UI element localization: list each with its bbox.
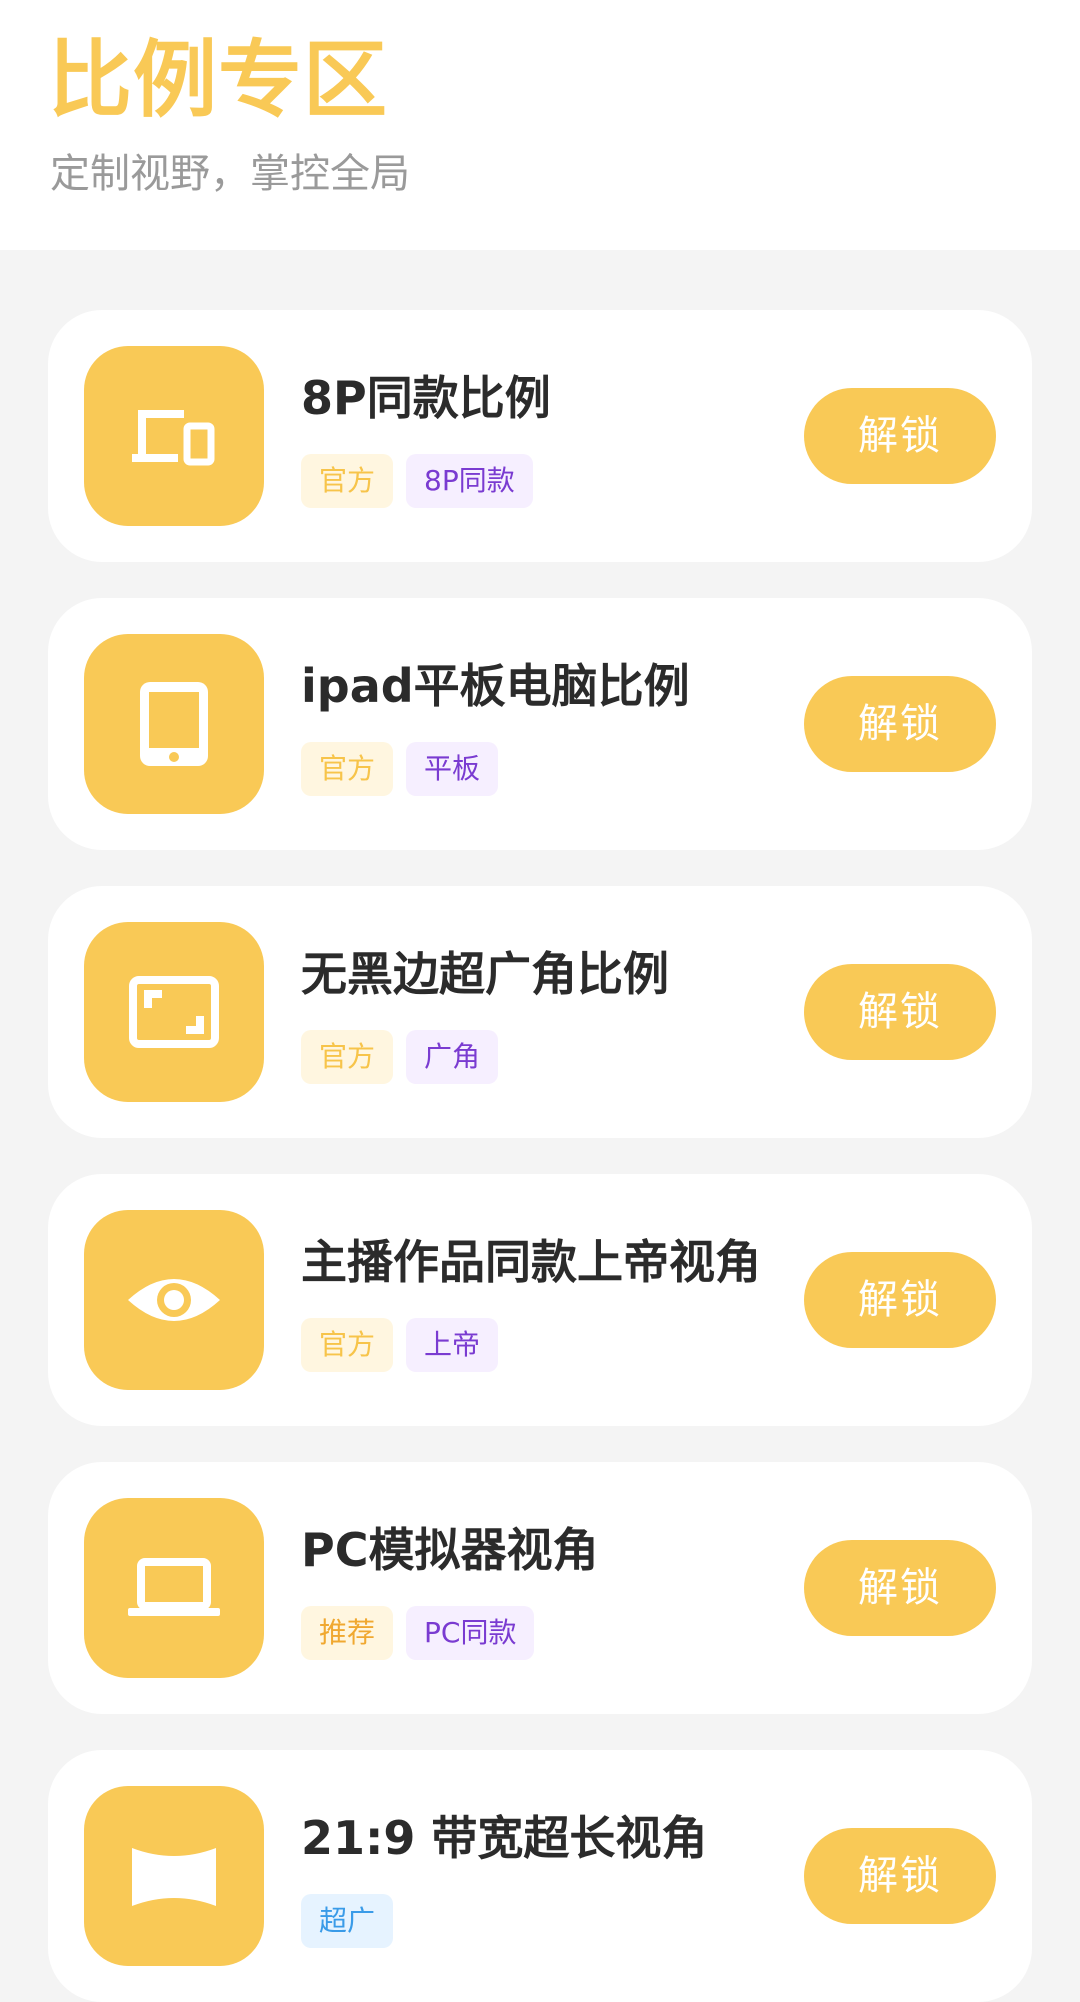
item-title: ipad平板电脑比例 xyxy=(301,659,690,713)
unlock-button[interactable]: 解锁 xyxy=(804,1828,996,1924)
tag-badge: 官方 xyxy=(301,454,394,508)
list-item[interactable]: PC模拟器视角 推荐 PC同款 解锁 xyxy=(48,1462,1032,1714)
tag-group: 官方 上帝 xyxy=(301,1318,499,1372)
unlock-button[interactable]: 解锁 xyxy=(804,388,996,484)
item-title: 无黑边超广角比例 xyxy=(301,947,669,1001)
tag-group: 官方 8P同款 xyxy=(301,454,533,508)
tag-badge: 官方 xyxy=(301,1030,394,1084)
tag-badge: 8P同款 xyxy=(406,454,533,508)
tablet-icon xyxy=(84,634,264,814)
tag-group: 官方 平板 xyxy=(301,742,499,796)
item-title: 21:9 带宽超长视角 xyxy=(301,1811,708,1865)
tag-badge: PC同款 xyxy=(406,1606,535,1660)
tag-badge: 广角 xyxy=(406,1030,499,1084)
list-item[interactable]: 主播作品同款上帝视角 官方 上帝 解锁 xyxy=(48,1174,1032,1426)
eye-icon xyxy=(84,1210,264,1390)
tag-group: 官方 广角 xyxy=(301,1030,499,1084)
tag-badge: 官方 xyxy=(301,1318,394,1372)
page-subtitle: 定制视野，掌控全局 xyxy=(50,151,410,197)
aspect-ratio-icon xyxy=(84,922,264,1102)
laptop-icon xyxy=(84,1498,264,1678)
tag-group: 超广 xyxy=(301,1894,394,1948)
item-title: 8P同款比例 xyxy=(301,371,551,425)
tag-group: 推荐 PC同款 xyxy=(301,1606,535,1660)
list-item[interactable]: ipad平板电脑比例 官方 平板 解锁 xyxy=(48,598,1032,850)
tag-badge: 推荐 xyxy=(301,1606,394,1660)
devices-icon xyxy=(84,346,264,526)
panorama-icon xyxy=(84,1786,264,1966)
tag-badge: 官方 xyxy=(301,742,394,796)
unlock-button[interactable]: 解锁 xyxy=(804,1540,996,1636)
unlock-button[interactable]: 解锁 xyxy=(804,676,996,772)
header: 比例专区 定制视野，掌控全局 xyxy=(0,0,1080,250)
unlock-button[interactable]: 解锁 xyxy=(804,964,996,1060)
tag-badge: 平板 xyxy=(406,742,499,796)
item-title: PC模拟器视角 xyxy=(301,1523,599,1577)
list-item[interactable]: 8P同款比例 官方 8P同款 解锁 xyxy=(48,310,1032,562)
page-title: 比例专区 xyxy=(48,31,389,129)
list-item[interactable]: 21:9 带宽超长视角 超广 解锁 xyxy=(48,1750,1032,2002)
tag-badge: 上帝 xyxy=(406,1318,499,1372)
tag-badge: 超广 xyxy=(301,1894,394,1948)
list-item[interactable]: 无黑边超广角比例 官方 广角 解锁 xyxy=(48,886,1032,1138)
unlock-button[interactable]: 解锁 xyxy=(804,1252,996,1348)
item-title: 主播作品同款上帝视角 xyxy=(301,1235,761,1289)
